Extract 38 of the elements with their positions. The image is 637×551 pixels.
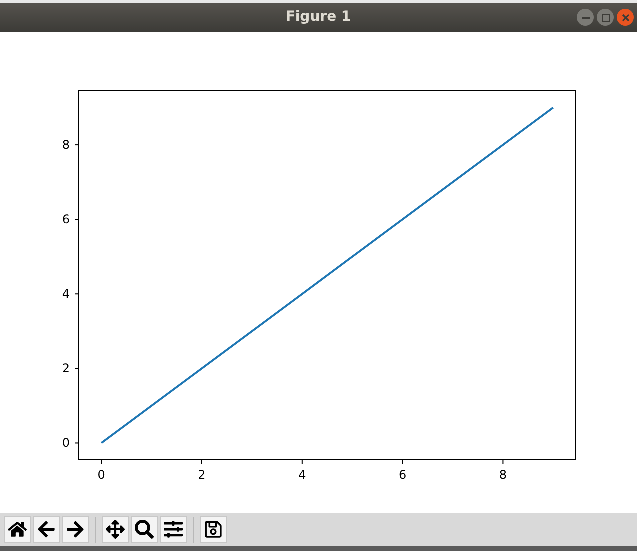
sliders-icon	[164, 520, 183, 539]
save-button[interactable]	[200, 516, 227, 543]
tick-mark	[402, 460, 404, 464]
tick-mark	[74, 368, 80, 370]
pan-button[interactable]	[102, 516, 129, 543]
forward-button[interactable]	[62, 516, 89, 543]
home-icon	[8, 520, 27, 539]
back-button[interactable]	[33, 516, 60, 543]
back-icon	[37, 520, 56, 539]
tick-mark	[74, 219, 80, 220]
y-tick-label: 6	[62, 212, 70, 227]
close-button[interactable]	[617, 9, 634, 26]
zoom-button[interactable]	[131, 516, 158, 543]
x-tick-label: 4	[298, 468, 306, 482]
x-tick-label: 6	[398, 468, 407, 482]
x-tick-label: 2	[198, 468, 206, 482]
tick-mark	[74, 294, 80, 295]
tick-mark	[74, 442, 80, 444]
y-tick-label: 2	[62, 362, 70, 376]
y-tick-label: 4	[62, 287, 70, 302]
maximize-button[interactable]	[597, 9, 614, 26]
search-icon	[135, 520, 154, 539]
move-icon	[106, 520, 125, 539]
minimize-button[interactable]	[577, 9, 594, 26]
configure-button[interactable]	[160, 516, 187, 543]
save-icon	[204, 520, 223, 539]
x-tick-label: 0	[98, 468, 106, 482]
close-icon	[622, 14, 630, 22]
x-tick-label: 8	[499, 468, 508, 482]
tick-mark	[101, 460, 102, 464]
home-button[interactable]	[4, 516, 31, 543]
forward-icon	[66, 520, 85, 539]
tick-mark	[302, 460, 303, 464]
y-tick-label: 8	[62, 138, 70, 152]
tick-mark	[74, 144, 80, 146]
window-title: Figure 1	[286, 8, 352, 27]
y-tick-label: 0	[62, 436, 70, 450]
tick-mark	[502, 460, 504, 464]
